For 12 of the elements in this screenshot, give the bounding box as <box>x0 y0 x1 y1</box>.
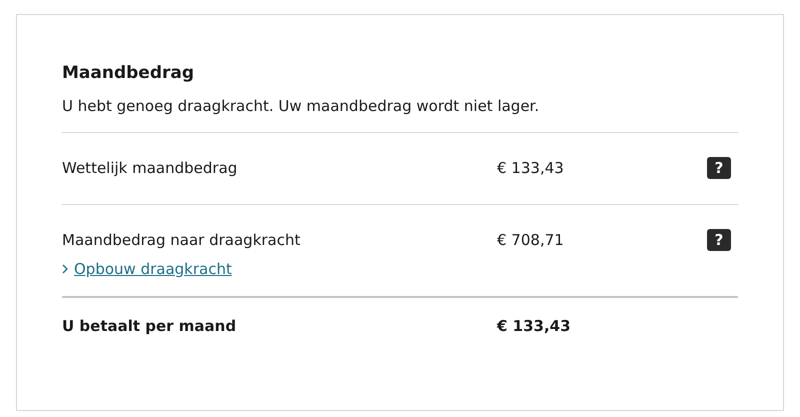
help-button[interactable]: ? <box>707 229 731 252</box>
expand-link[interactable]: Opbouw draagkracht <box>74 258 232 280</box>
row-label: Maandbedrag naar draagkracht <box>62 230 302 252</box>
amount-text: € 708,71 <box>497 230 565 252</box>
intro-text: U hebt genoeg draagkracht. Uw maandbedrag wordt niet lager. <box>62 95 738 133</box>
chevron-icon <box>62 264 68 274</box>
row-label: Wettelijk maandbedrag <box>62 158 238 179</box>
total-label: U betaalt per maand <box>62 316 238 338</box>
help-button[interactable]: ? <box>707 156 731 179</box>
section-title: Maandbedrag <box>62 63 196 84</box>
total-amount: € 133,43 <box>497 316 572 338</box>
amount-text: € 133,43 <box>497 158 565 179</box>
